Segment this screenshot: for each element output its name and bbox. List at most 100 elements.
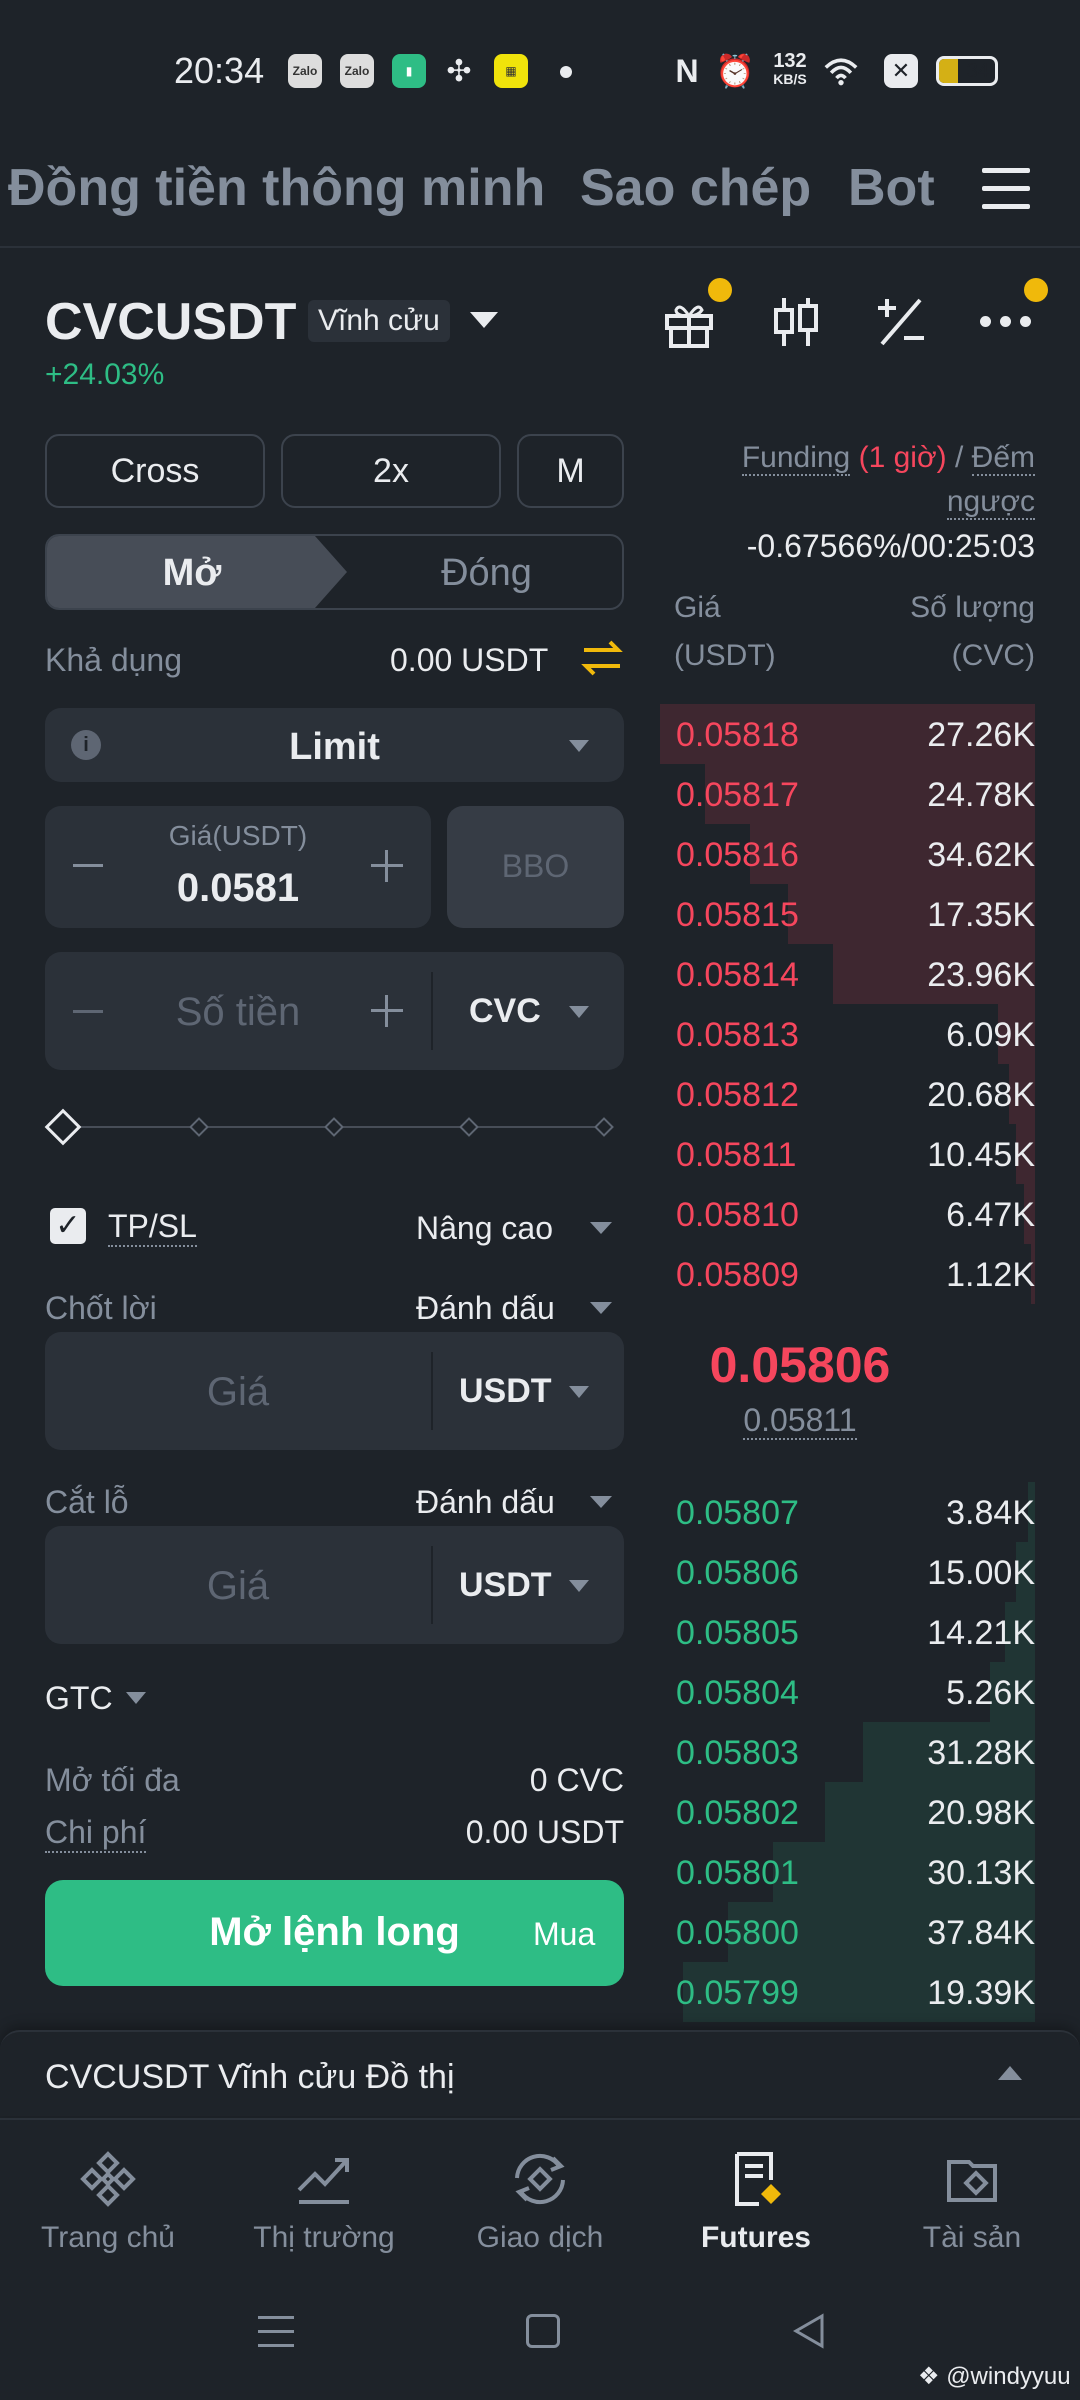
tpsl-label[interactable]: TP/SL: [108, 1208, 197, 1247]
chevron-down-icon: [590, 1496, 612, 1508]
order-type-select[interactable]: i Limit: [45, 708, 624, 782]
cost-label[interactable]: Chi phí: [45, 1814, 147, 1853]
top-nav: Đồng tiền thông minh Sao chép Bot: [0, 140, 1080, 248]
home-icon[interactable]: [526, 2314, 560, 2348]
last-price[interactable]: 0.05806: [660, 1336, 940, 1394]
menu-icon[interactable]: [982, 164, 1030, 209]
price-input-label: Giá(USDT): [168, 820, 308, 851]
chevron-down-icon: [590, 1222, 612, 1234]
ask-row[interactable]: 0.05811 10.45K: [660, 1124, 1035, 1184]
watermark-icon: ❖: [918, 2363, 940, 2390]
nav-trade[interactable]: Giao dịch: [432, 2150, 648, 2255]
bid-row[interactable]: 0.05801 30.13K: [660, 1842, 1035, 1902]
ask-row[interactable]: 0.05809 1.12K: [660, 1244, 1035, 1304]
tab-copy-trading[interactable]: Sao chép: [580, 158, 811, 218]
bid-row[interactable]: 0.05799 19.39K: [660, 1962, 1035, 2022]
ask-row[interactable]: 0.05817 24.78K: [660, 764, 1035, 824]
bid-row[interactable]: 0.05806 15.00K: [660, 1542, 1035, 1602]
slider-step[interactable]: [594, 1117, 614, 1137]
bid-row[interactable]: 0.05804 5.26K: [660, 1662, 1035, 1722]
chevron-up-icon[interactable]: [998, 2066, 1022, 2080]
bid-row[interactable]: 0.05800 37.84K: [660, 1902, 1035, 1962]
bid-price: 0.05799: [676, 1974, 799, 2012]
close-tab[interactable]: Đóng: [347, 552, 622, 595]
nav-futures-label: Futures: [700, 2221, 811, 2254]
bid-price: 0.05804: [676, 1674, 799, 1712]
ob-qty-header: Số lượng (CVC): [910, 591, 1035, 672]
back-icon[interactable]: [790, 2312, 828, 2350]
chart-panel-title: CVCUSDT Vĩnh cửu Đồ thị: [45, 2058, 455, 2096]
bid-row[interactable]: 0.05803 31.28K: [660, 1722, 1035, 1782]
bid-qty: 31.28K: [927, 1734, 1035, 1772]
transfer-icon[interactable]: [580, 638, 624, 678]
net-speed: 132 KB/S: [773, 50, 807, 87]
tp-unit[interactable]: USDT: [459, 1372, 552, 1411]
candlestick-icon[interactable]: [770, 294, 822, 350]
time-in-force-select[interactable]: GTC: [45, 1680, 113, 1717]
position-mode-button[interactable]: M: [517, 434, 624, 508]
ask-row[interactable]: 0.05814 23.96K: [660, 944, 1035, 1004]
available-label: Khả dụng: [45, 642, 183, 678]
status-time: 20:34: [174, 50, 265, 91]
bid-price: 0.05803: [676, 1734, 799, 1772]
advanced-label[interactable]: Nâng cao: [416, 1210, 553, 1247]
mark-price[interactable]: 0.05811: [660, 1402, 940, 1440]
nfc-icon: N: [675, 52, 699, 89]
slider-step[interactable]: [324, 1117, 344, 1137]
ask-row[interactable]: 0.05810 6.47K: [660, 1184, 1035, 1244]
ask-qty: 6.09K: [946, 1016, 1035, 1054]
slider-handle[interactable]: [44, 1108, 82, 1146]
ask-row[interactable]: 0.05813 6.09K: [660, 1004, 1035, 1064]
tp-price-input[interactable]: Giá USDT: [45, 1332, 624, 1450]
calculator-icon[interactable]: [874, 294, 928, 350]
bbo-button[interactable]: BBO: [447, 806, 624, 928]
ask-row[interactable]: 0.05815 17.35K: [660, 884, 1035, 944]
amount-input[interactable]: Số tiền CVC: [45, 952, 624, 1070]
bid-row[interactable]: 0.05805 14.21K: [660, 1602, 1035, 1662]
amount-unit[interactable]: CVC: [469, 992, 541, 1031]
nav-futures[interactable]: Futures: [648, 2150, 864, 2255]
bid-qty: 20.98K: [927, 1794, 1035, 1832]
margin-mode-button[interactable]: Cross: [45, 434, 265, 508]
gift-icon[interactable]: [662, 296, 716, 350]
nav-markets[interactable]: Thị trường: [216, 2150, 432, 2255]
plus-icon[interactable]: [371, 850, 403, 882]
stop-loss-label: Cắt lỗ: [45, 1484, 129, 1520]
slider-step[interactable]: [459, 1117, 479, 1137]
nav-assets[interactable]: Tài sản: [864, 2150, 1080, 2255]
open-tab[interactable]: Mở: [47, 552, 337, 595]
tab-smart-money[interactable]: Đồng tiền thông minh: [8, 158, 545, 218]
more-icon[interactable]: [980, 316, 1032, 328]
price-input[interactable]: Giá(USDT) 0.0581: [45, 806, 431, 928]
bid-row[interactable]: 0.05807 3.84K: [660, 1482, 1035, 1542]
leverage-button[interactable]: 2x: [281, 434, 501, 508]
bid-qty: 15.00K: [927, 1554, 1035, 1592]
bid-row[interactable]: 0.05802 20.98K: [660, 1782, 1035, 1842]
ask-qty: 24.78K: [927, 776, 1035, 814]
max-open-value: 0 CVC: [529, 1762, 624, 1798]
nav-home[interactable]: Trang chủ: [0, 2150, 216, 2255]
nav-markets-label: Thị trường: [253, 2221, 395, 2254]
recent-apps-icon[interactable]: [258, 2314, 294, 2347]
funding-info[interactable]: Funding (1 giờ) / Đếm ngược: [700, 436, 1035, 524]
tab-bot[interactable]: Bot: [848, 158, 935, 218]
ask-row[interactable]: 0.05812 20.68K: [660, 1064, 1035, 1124]
tp-price-placeholder: Giá: [206, 1370, 270, 1414]
symbol-dropdown-icon[interactable]: [470, 312, 498, 328]
tp-trigger-select[interactable]: Đánh dấu: [416, 1290, 555, 1327]
ask-qty: 6.47K: [946, 1196, 1035, 1234]
sl-price-input[interactable]: Giá USDT: [45, 1526, 624, 1644]
plus-icon[interactable]: [371, 995, 403, 1027]
chart-panel[interactable]: CVCUSDT Vĩnh cửu Đồ thị: [0, 2030, 1080, 2116]
sl-unit[interactable]: USDT: [459, 1566, 552, 1605]
slider-step[interactable]: [189, 1117, 209, 1137]
symbol-title[interactable]: CVCUSDT: [45, 292, 296, 352]
price-change: +24.03%: [45, 358, 165, 391]
sl-trigger-select[interactable]: Đánh dấu: [416, 1484, 555, 1521]
tpsl-checkbox[interactable]: ✓: [50, 1208, 86, 1244]
ask-row[interactable]: 0.05818 27.26K: [660, 704, 1035, 764]
chevron-down-icon: [590, 1302, 612, 1314]
ask-row[interactable]: 0.05816 34.62K: [660, 824, 1035, 884]
sl-price-placeholder: Giá: [206, 1564, 270, 1608]
open-long-button[interactable]: Mở lệnh long Mua: [45, 1880, 624, 1986]
